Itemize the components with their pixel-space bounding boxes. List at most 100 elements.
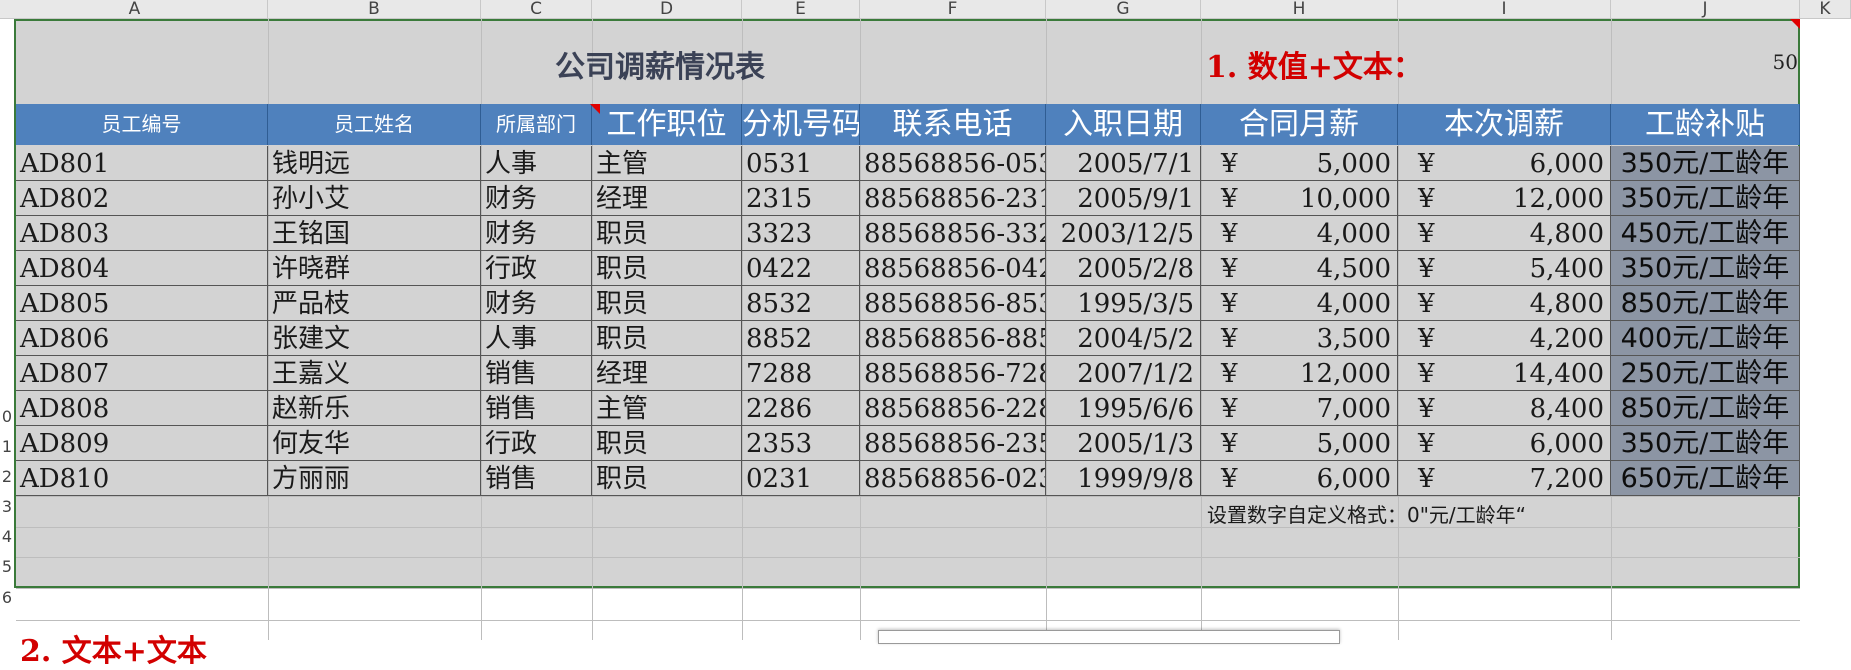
cell-name[interactable]: 钱明远 — [268, 146, 481, 181]
cell-date[interactable]: 2003/12/5 — [1046, 216, 1201, 251]
cell-phone[interactable]: 88568856-7288 — [860, 356, 1046, 391]
cell-phone[interactable]: 88568856-2286 — [860, 391, 1046, 426]
cell-phone[interactable]: 88568856-0531 — [860, 146, 1046, 181]
column-header-k[interactable]: K — [1800, 0, 1851, 18]
cell-id[interactable]: AD810 — [16, 461, 268, 496]
column-header-b[interactable]: B — [268, 0, 481, 18]
cell-ext[interactable]: 0531 — [742, 146, 860, 181]
cell-id[interactable]: AD809 — [16, 426, 268, 461]
row-header[interactable]: 3 — [0, 497, 12, 516]
cell-name[interactable]: 赵新乐 — [268, 391, 481, 426]
cell-bonus[interactable]: 350元/工龄年 — [1611, 181, 1800, 216]
row-header[interactable]: 6 — [0, 588, 12, 607]
cell-salary[interactable]: ¥10,000 — [1201, 181, 1398, 216]
cell-role[interactable]: 职员 — [592, 251, 742, 286]
spreadsheet[interactable]: ABCDEFGHIJK 0 1 2 3 4 5 6 公司调薪情况表 1. 数值+文本： 50… — [0, 0, 1851, 669]
format-note[interactable]: 设置数字自定义格式：0"元/工龄年“ — [1207, 499, 1526, 528]
cell-ext[interactable]: 2286 — [742, 391, 860, 426]
cell-salary[interactable]: ¥12,000 — [1201, 356, 1398, 391]
cell-date[interactable]: 2005/9/1 — [1046, 181, 1201, 216]
column-header-f[interactable]: F — [860, 0, 1046, 18]
column-header-d[interactable]: D — [592, 0, 742, 18]
cell-id[interactable]: AD803 — [16, 216, 268, 251]
cell-dept[interactable]: 销售 — [481, 461, 592, 496]
cell-date[interactable]: 2005/7/1 — [1046, 146, 1201, 181]
cell-raise[interactable]: ¥8,400 — [1398, 391, 1611, 426]
column-header-cell[interactable]: 员工编号 — [16, 104, 268, 145]
empty-cell[interactable] — [1801, 560, 1849, 588]
row-header[interactable]: 1 — [0, 437, 12, 456]
cell-role[interactable]: 职员 — [592, 216, 742, 251]
cell-salary[interactable]: ¥5,000 — [1201, 146, 1398, 181]
cell-salary[interactable]: ¥5,000 — [1201, 426, 1398, 461]
section-1-title[interactable]: 1. 数值+文本： — [1206, 42, 1423, 86]
cell-role[interactable]: 职员 — [592, 461, 742, 496]
cell-bonus[interactable]: 400元/工龄年 — [1611, 321, 1800, 356]
column-header-i[interactable]: I — [1398, 0, 1611, 18]
column-header-cell[interactable]: 所属部门 — [481, 104, 592, 145]
cell-name[interactable]: 方丽丽 — [268, 461, 481, 496]
cell-role[interactable]: 职员 — [592, 286, 742, 321]
cell-date[interactable]: 1999/9/8 — [1046, 461, 1201, 496]
cell-ext[interactable]: 3323 — [742, 216, 860, 251]
cell-salary[interactable]: ¥3,500 — [1201, 321, 1398, 356]
cell-phone[interactable]: 88568856-2353 — [860, 426, 1046, 461]
cell-ext[interactable]: 0422 — [742, 251, 860, 286]
cell-ext[interactable]: 8852 — [742, 321, 860, 356]
row-header[interactable]: 2 — [0, 467, 12, 486]
cell-raise[interactable]: ¥14,400 — [1398, 356, 1611, 391]
cell-bonus[interactable]: 250元/工龄年 — [1611, 356, 1800, 391]
cell-dept[interactable]: 销售 — [481, 356, 592, 391]
cell-phone[interactable]: 88568856-0231 — [860, 461, 1046, 496]
cell-id[interactable]: AD805 — [16, 286, 268, 321]
cell-date[interactable]: 2007/1/2 — [1046, 356, 1201, 391]
cell-date[interactable]: 1995/3/5 — [1046, 286, 1201, 321]
cell-ext[interactable]: 7288 — [742, 356, 860, 391]
cell-ext[interactable]: 2353 — [742, 426, 860, 461]
cell-salary[interactable]: ¥4,000 — [1201, 286, 1398, 321]
column-header-cell[interactable]: 工龄补贴 — [1611, 104, 1800, 145]
cell-bonus[interactable]: 650元/工龄年 — [1611, 461, 1800, 496]
cell-name[interactable]: 许晓群 — [268, 251, 481, 286]
column-header-cell[interactable]: 合同月薪 — [1201, 104, 1398, 145]
cell-role[interactable]: 主管 — [592, 146, 742, 181]
cell-bonus[interactable]: 350元/工龄年 — [1611, 251, 1800, 286]
cell-raise[interactable]: ¥7,200 — [1398, 461, 1611, 496]
column-header-g[interactable]: G — [1046, 0, 1201, 18]
cell-role[interactable]: 经理 — [592, 181, 742, 216]
cell-id[interactable]: AD807 — [16, 356, 268, 391]
cell-salary[interactable]: ¥6,000 — [1201, 461, 1398, 496]
sheet-title[interactable]: 公司调薪情况表 — [430, 42, 890, 86]
cell-name[interactable]: 张建文 — [268, 321, 481, 356]
cell-salary[interactable]: ¥7,000 — [1201, 391, 1398, 426]
cell-phone[interactable]: 88568856-3323 — [860, 216, 1046, 251]
cell-bonus[interactable]: 450元/工龄年 — [1611, 216, 1800, 251]
column-header-h[interactable]: H — [1201, 0, 1398, 18]
cell-id[interactable]: AD808 — [16, 391, 268, 426]
cell-phone[interactable]: 88568856-8852 — [860, 321, 1046, 356]
cell-raise[interactable]: ¥6,000 — [1398, 146, 1611, 181]
cell-bonus[interactable]: 350元/工龄年 — [1611, 426, 1800, 461]
cell-name[interactable]: 严品枝 — [268, 286, 481, 321]
section-2-title[interactable]: 2. 文本+文本 — [20, 626, 207, 670]
cell-name[interactable]: 王嘉义 — [268, 356, 481, 391]
cell-role[interactable]: 主管 — [592, 391, 742, 426]
cell-salary[interactable]: ¥4,500 — [1201, 251, 1398, 286]
column-header-cell[interactable]: 员工姓名 — [268, 104, 481, 145]
cell-raise[interactable]: ¥4,200 — [1398, 321, 1611, 356]
cell-id[interactable]: AD806 — [16, 321, 268, 356]
cell-raise[interactable]: ¥4,800 — [1398, 286, 1611, 321]
cell-phone[interactable]: 88568856-2315 — [860, 181, 1046, 216]
cell-dept[interactable]: 财务 — [481, 216, 592, 251]
column-header-a[interactable]: A — [2, 0, 268, 18]
cell-ext[interactable]: 2315 — [742, 181, 860, 216]
cell-bonus[interactable]: 850元/工龄年 — [1611, 286, 1800, 321]
column-header-c[interactable]: C — [481, 0, 592, 18]
cell-bonus[interactable]: 350元/工龄年 — [1611, 146, 1800, 181]
cell-phone[interactable]: 88568856-0422 — [860, 251, 1046, 286]
cell-role[interactable]: 职员 — [592, 426, 742, 461]
cell-dept[interactable]: 财务 — [481, 181, 592, 216]
cell-role[interactable]: 经理 — [592, 356, 742, 391]
cell-dept[interactable]: 人事 — [481, 321, 592, 356]
cell-id[interactable]: AD802 — [16, 181, 268, 216]
